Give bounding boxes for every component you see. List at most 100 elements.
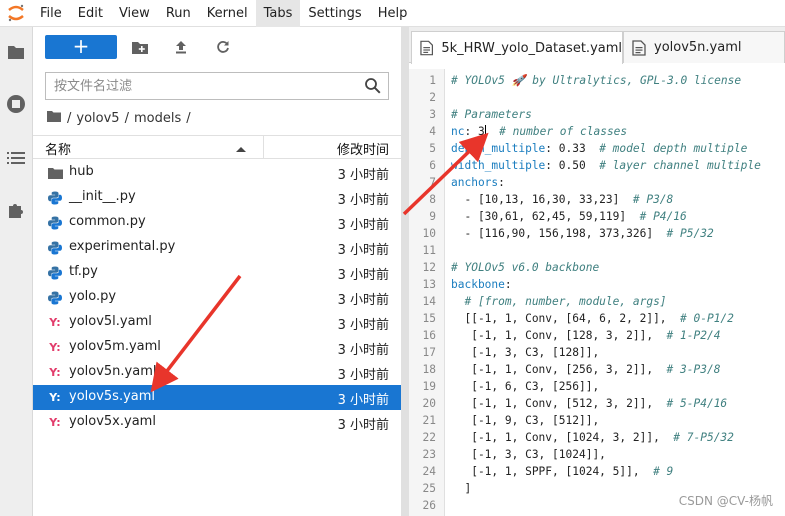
line-number: 22 — [422, 431, 436, 444]
file-name: yolov5l.yaml — [69, 314, 152, 329]
line-number: 2 — [429, 91, 436, 104]
menu-kernel[interactable]: Kernel — [199, 0, 256, 27]
new-launcher-button[interactable]: + — [45, 35, 117, 59]
code-line: anchors: — [451, 174, 505, 191]
breadcrumb-root[interactable]: / — [67, 111, 71, 126]
code-token: : — [498, 176, 505, 189]
line-number: 7 — [429, 176, 436, 189]
file-row[interactable]: Y: yolov5m.yaml 3 小时前 — [33, 335, 401, 360]
line-number: 13 — [422, 278, 436, 291]
breadcrumb: / yolov5 / models / — [47, 109, 191, 127]
sort-ascending-icon[interactable] — [235, 142, 247, 152]
tab-label: yolov5n.yaml — [654, 40, 742, 55]
new-folder-icon[interactable] — [130, 37, 150, 57]
file-name: hub — [69, 164, 94, 179]
file-row[interactable]: __init__.py 3 小时前 — [33, 185, 401, 210]
menu-tabs[interactable]: Tabs — [255, 0, 301, 27]
line-number: 26 — [422, 499, 436, 512]
code-line: - [10,13, 16,30, 33,23] # P3/8 — [451, 191, 673, 208]
folder-icon — [47, 165, 63, 180]
file-name: yolo.py — [69, 289, 117, 304]
extensions-puzzle-icon[interactable] — [5, 199, 27, 221]
code-line: - [116,90, 156,198, 373,326] # P5/32 — [451, 225, 713, 242]
code-token: # P3/8 — [632, 193, 674, 206]
file-modified: 3 小时前 — [337, 368, 389, 383]
line-number: 8 — [429, 193, 436, 206]
line-number: 9 — [429, 210, 436, 223]
search-icon[interactable] — [364, 77, 382, 95]
jupyter-logo-icon[interactable] — [0, 0, 32, 27]
file-modified: 3 小时前 — [337, 418, 389, 433]
folder-icon[interactable] — [5, 41, 27, 63]
column-divider[interactable] — [263, 136, 264, 158]
line-number: 6 — [429, 159, 436, 172]
file-row[interactable]: Y: yolov5s.yaml 3 小时前 — [33, 385, 401, 410]
file-name: common.py — [69, 214, 146, 229]
file-filter-search — [45, 72, 389, 100]
code-line: width_multiple: 0.50 # layer channel mul… — [451, 157, 761, 174]
code-line: [-1, 9, C3, [512]], — [451, 412, 599, 429]
code-token: [-1, 1, SPPF, [1024, 5]], — [451, 465, 654, 478]
file-text-icon — [632, 39, 646, 56]
line-number: 19 — [422, 380, 436, 393]
code-line: [-1, 1, Conv, [1024, 3, 2]], # 7-P5/32 — [451, 429, 734, 446]
file-name: experimental.py — [69, 239, 176, 254]
tab-5k-hrw-dataset-yaml[interactable]: 5k_HRW_yolo_Dataset.yaml — [411, 31, 623, 64]
menu-view[interactable]: View — [111, 0, 158, 27]
column-modified-header[interactable]: 修改时间 — [337, 139, 389, 158]
upload-icon[interactable] — [171, 37, 191, 57]
file-row[interactable]: yolo.py 3 小时前 — [33, 285, 401, 310]
code-line: # [from, number, module, args] — [451, 293, 666, 310]
line-number: 25 — [422, 482, 436, 495]
menu-settings[interactable]: Settings — [300, 0, 369, 27]
file-modified: 3 小时前 — [337, 168, 389, 183]
code-token: # model depth multiple — [599, 142, 748, 155]
file-name: yolov5s.yaml — [69, 389, 156, 404]
line-number: 17 — [422, 346, 436, 359]
code-line: [-1, 1, SPPF, [1024, 5]], # 9 — [451, 463, 673, 480]
code-token: - [30,61, 62,45, 59,119] — [451, 210, 640, 223]
breadcrumb-separator: / — [124, 110, 129, 126]
code-token: # Parameters — [451, 108, 532, 121]
file-row[interactable]: Y: yolov5n.yaml 3 小时前 — [33, 360, 401, 385]
breadcrumb-models[interactable]: models — [134, 111, 181, 126]
search-input[interactable] — [46, 73, 346, 99]
file-row[interactable]: Y: yolov5l.yaml 3 小时前 — [33, 310, 401, 335]
file-modified: 3 小时前 — [337, 193, 389, 208]
file-name: yolov5m.yaml — [69, 339, 161, 354]
file-row[interactable]: experimental.py 3 小时前 — [33, 235, 401, 260]
file-row[interactable]: common.py 3 小时前 — [33, 210, 401, 235]
running-stop-icon[interactable] — [5, 93, 27, 115]
code-token: [-1, 6, C3, [256]], — [451, 380, 600, 393]
code-line: [[-1, 1, Conv, [64, 6, 2, 2]], # 0-P1/2 — [451, 310, 733, 327]
code-token: - [10,13, 16,30, 33,23] — [451, 193, 633, 206]
python-file-icon — [47, 215, 63, 230]
breadcrumb-yolov5[interactable]: yolov5 — [76, 111, 119, 126]
code-editor[interactable]: 1 2 3 4 5 6 7 8 9 10 11 12 13 14 15 16 17 18 19 20 21 22 23 24 2… — [409, 69, 785, 516]
tab-yolov5n-yaml[interactable]: yolov5n.yaml — [623, 31, 785, 63]
menu-help[interactable]: Help — [370, 0, 416, 27]
menu-file[interactable]: File — [32, 0, 70, 27]
file-name: __init__.py — [69, 189, 136, 204]
file-list-header: 名称 修改时间 — [33, 135, 401, 159]
file-row[interactable]: hub 3 小时前 — [33, 160, 401, 185]
refresh-icon[interactable] — [213, 37, 233, 57]
column-name-header[interactable]: 名称 — [45, 139, 71, 158]
folder-icon[interactable] — [47, 110, 61, 126]
yaml-file-icon: Y: — [49, 416, 61, 429]
menu-edit[interactable]: Edit — [70, 0, 111, 27]
table-of-contents-icon[interactable] — [5, 147, 27, 169]
code-line: # YOLOv5 🚀 by Ultralytics, GPL-3.0 licen… — [451, 72, 741, 89]
code-token: # 3-P3/8 — [666, 363, 721, 376]
line-number: 20 — [422, 397, 436, 410]
code-line: ] — [451, 480, 471, 497]
file-row[interactable]: Y: yolov5x.yaml 3 小时前 — [33, 410, 401, 435]
file-row[interactable]: tf.py 3 小时前 — [33, 260, 401, 285]
code-token: # 5-P4/16 — [666, 397, 728, 410]
file-name: yolov5x.yaml — [69, 414, 156, 429]
code-token: [-1, 3, C3, [1024]], — [451, 448, 606, 461]
file-name: tf.py — [69, 264, 98, 279]
code-line: depth_multiple: 0.33 # model depth multi… — [451, 140, 747, 157]
menu-run[interactable]: Run — [158, 0, 199, 27]
line-number: 10 — [422, 227, 436, 240]
